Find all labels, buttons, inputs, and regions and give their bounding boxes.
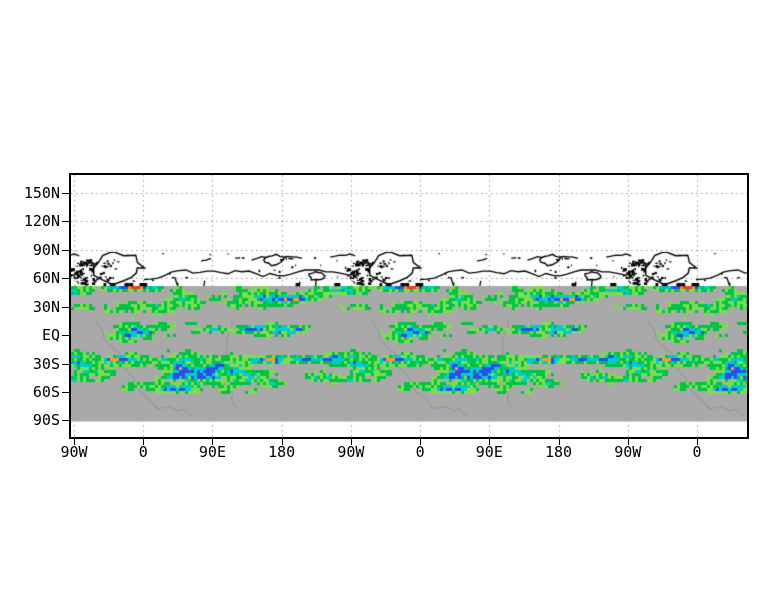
x-axis-tick-mark	[697, 439, 698, 445]
x-axis-tick-label: 90E	[180, 444, 244, 460]
x-axis-tick-mark	[489, 439, 490, 445]
map-plot-canvas	[71, 175, 747, 437]
y-axis-tick-label: 30S	[0, 356, 60, 372]
x-axis-tick-label: 90W	[596, 444, 660, 460]
x-axis-tick-mark	[74, 439, 75, 445]
y-axis-tick-mark	[62, 392, 69, 393]
y-axis-tick-label: 60S	[0, 384, 60, 400]
y-axis-tick-mark	[62, 221, 69, 222]
y-axis-tick-mark	[62, 250, 69, 251]
y-axis-tick-mark	[62, 307, 69, 308]
y-axis-tick-mark	[62, 335, 69, 336]
y-axis-tick-mark	[62, 364, 69, 365]
x-axis-tick-label: 0	[388, 444, 452, 460]
y-axis-tick-label: 120N	[0, 213, 60, 229]
x-axis-tick-label: 0	[665, 444, 729, 460]
x-axis-tick-label: 180	[527, 444, 591, 460]
x-axis-tick-label: 0	[111, 444, 175, 460]
y-axis-tick-label: 30N	[0, 299, 60, 315]
x-axis-tick-mark	[282, 439, 283, 445]
x-axis-tick-mark	[351, 439, 352, 445]
y-axis-tick-label: 60N	[0, 270, 60, 286]
x-axis-tick-mark	[559, 439, 560, 445]
y-axis-tick-mark	[62, 420, 69, 421]
y-axis-tick-label: EQ	[0, 327, 60, 343]
y-axis-tick-mark	[62, 278, 69, 279]
x-axis-tick-label: 180	[250, 444, 314, 460]
x-axis-tick-label: 90E	[457, 444, 521, 460]
y-axis-tick-mark	[62, 193, 69, 194]
figure-stage: 150N 120N 90N 60N 30N EQ 30S 60S 90S 90W 0 90E 180 90…	[0, 0, 784, 612]
x-axis-tick-mark	[143, 439, 144, 445]
x-axis-tick-label: 90W	[319, 444, 383, 460]
y-axis-tick-label: 150N	[0, 185, 60, 201]
x-axis-tick-mark	[212, 439, 213, 445]
x-axis-tick-label: 90W	[42, 444, 106, 460]
x-axis-tick-mark	[420, 439, 421, 445]
y-axis-tick-label: 90N	[0, 242, 60, 258]
x-axis-tick-mark	[628, 439, 629, 445]
y-axis-tick-label: 90S	[0, 412, 60, 428]
